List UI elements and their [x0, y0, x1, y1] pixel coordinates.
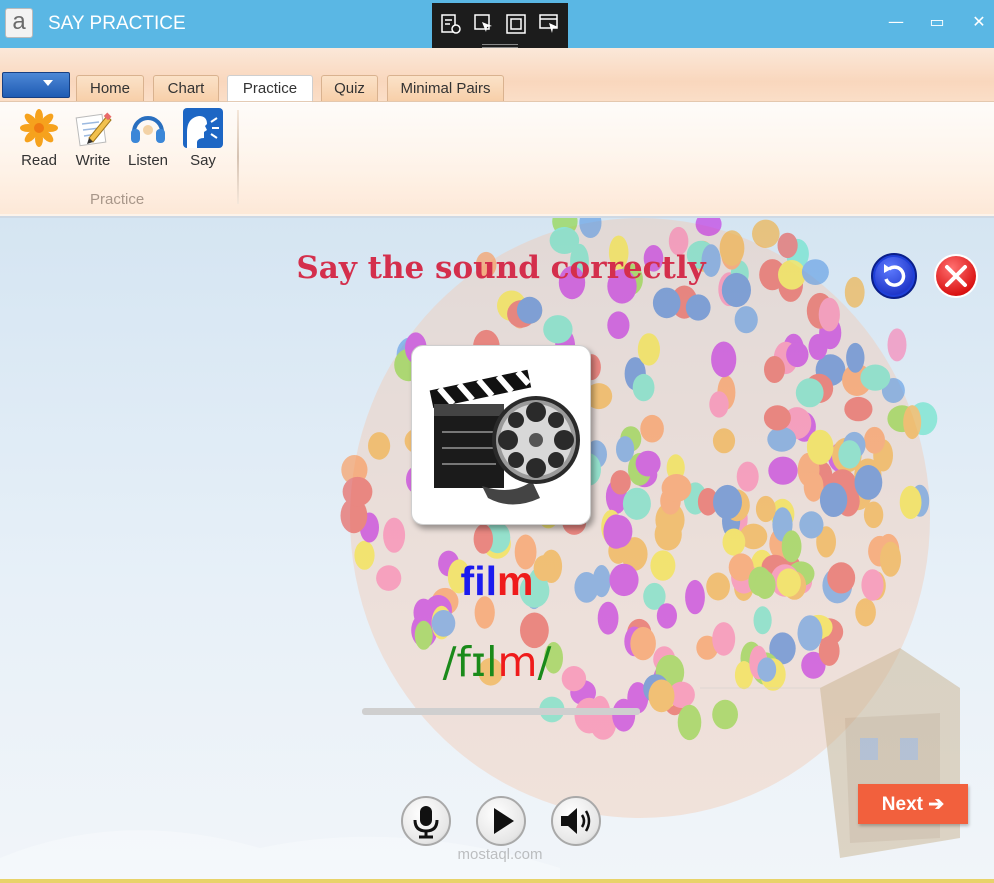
pencil-write-icon [75, 112, 112, 147]
tab-chart[interactable]: Chart [153, 75, 219, 101]
speaking-face-icon [183, 108, 223, 148]
page-heading: Say the sound correctly [296, 250, 706, 286]
read-label: Read [21, 152, 57, 169]
next-label: Next [881, 793, 923, 815]
capture-toolbar [432, 3, 568, 53]
listen-audio-button[interactable] [551, 796, 601, 846]
film-clapperboard-reel-icon [429, 369, 580, 505]
app-logo-icon: a [5, 8, 33, 38]
balloons-background-image [0, 218, 960, 883]
app-menu-button[interactable] [2, 72, 70, 98]
say-label: Say [190, 152, 216, 169]
ipa-main-part: /fɪl [442, 638, 498, 686]
recording-progress-bar [362, 708, 640, 715]
write-button[interactable]: Write [68, 108, 118, 174]
tab-practice[interactable]: Practice [227, 75, 313, 103]
fullscreen-capture-icon[interactable] [505, 13, 527, 35]
ipa-close-part: / [537, 638, 552, 686]
headphones-icon [131, 116, 165, 143]
ipa-transcription: /fɪlm/ [0, 638, 994, 686]
record-button[interactable] [401, 796, 451, 846]
play-icon [494, 808, 514, 834]
write-label: Write [75, 152, 111, 169]
listen-label: Listen [127, 152, 169, 169]
arrow-right-icon: ➔ [928, 793, 945, 815]
word-main-part: fil [460, 558, 497, 604]
watermark: mostaql.com [457, 846, 543, 863]
speaker-icon [561, 808, 591, 834]
maximize-button[interactable]: ▭ [925, 10, 949, 34]
target-word: film [0, 558, 994, 605]
word-highlight-part: m [496, 558, 534, 604]
ipa-highlight-part: m [497, 638, 538, 686]
ribbon-group-label: Practice [90, 191, 145, 208]
chevron-down-icon [43, 80, 53, 86]
refresh-button[interactable] [870, 252, 918, 300]
microphone-icon [413, 806, 439, 839]
tab-quiz[interactable]: Quiz [321, 75, 378, 101]
word-picture-card [411, 345, 591, 525]
close-window-button[interactable]: ✕ [967, 10, 991, 34]
minimize-button[interactable]: — [884, 10, 908, 34]
flower-read-icon [20, 109, 58, 147]
window-title: SAY PRACTICE [48, 13, 186, 34]
close-exercise-button[interactable] [932, 252, 980, 300]
listen-button[interactable]: Listen [123, 108, 173, 174]
select-cursor-icon[interactable] [473, 13, 495, 35]
play-button[interactable] [476, 796, 526, 846]
ribbon-group-separator [237, 110, 239, 204]
say-button[interactable]: Say [178, 108, 228, 174]
next-button[interactable]: Next ➔ [858, 784, 968, 824]
read-button[interactable]: Read [14, 108, 64, 174]
main-panel: Say the sound correctly film /fɪlm/ most… [0, 216, 994, 883]
settings-capture-icon[interactable] [440, 13, 462, 35]
tab-minimal-pairs[interactable]: Minimal Pairs [387, 75, 504, 101]
window-capture-icon[interactable] [538, 13, 560, 35]
window-bottom-border [0, 879, 994, 883]
tab-home[interactable]: Home [76, 75, 144, 101]
